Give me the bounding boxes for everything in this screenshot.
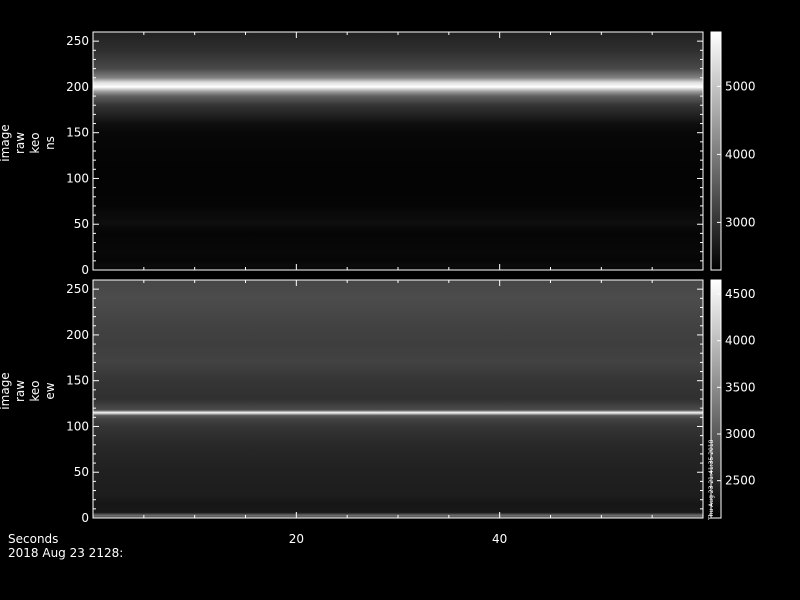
y-axis-label: keo <box>28 132 42 153</box>
y-tick-label: 200 <box>66 328 89 342</box>
colorbar-tick-label: 4000 <box>725 147 756 161</box>
y-tick-label: 0 <box>81 263 89 277</box>
x-tick-label: 20 <box>289 532 304 546</box>
y-axis-label: image <box>0 124 12 161</box>
colorbar-tick-label: 3000 <box>725 427 756 441</box>
y-tick-label: 0 <box>81 511 89 525</box>
y-axis-label: image <box>0 372 12 409</box>
y-tick-label: 150 <box>66 374 89 388</box>
colorbar-tick-label: 2500 <box>725 474 756 488</box>
y-axis-label: ns <box>43 136 57 150</box>
keogram-image <box>93 280 703 518</box>
x-tick-label: 40 <box>492 532 507 546</box>
colorbar-tick-label: 5000 <box>725 79 756 93</box>
timestamp-label: Thu Aug 23 21:41:35 2018 <box>708 439 715 521</box>
y-axis-label: ew <box>43 382 57 399</box>
y-tick-label: 200 <box>66 80 89 94</box>
y-tick-label: 50 <box>74 217 89 231</box>
y-tick-label: 150 <box>66 126 89 140</box>
y-tick-label: 100 <box>66 171 89 185</box>
colorbar-tick-label: 4000 <box>725 334 756 348</box>
colorbar <box>710 31 722 271</box>
colorbar-tick-label: 4500 <box>725 287 756 301</box>
x-axis-label: Seconds <box>8 532 58 546</box>
colorbar-tick-label: 3500 <box>725 380 756 394</box>
y-axis-label: keo <box>28 380 42 401</box>
panel-ns: 0 50 100 150 200 250 image raw keo ns 3000 4000 5000 <box>0 31 756 277</box>
panel-ew: 0 50 100 150 200 250 20 40 image raw keo ew 2500 3000… <box>0 279 756 546</box>
keogram-image <box>93 32 703 270</box>
y-tick-label: 250 <box>66 282 89 296</box>
y-tick-label: 50 <box>74 465 89 479</box>
y-tick-label: 100 <box>66 419 89 433</box>
y-tick-label: 250 <box>66 34 89 48</box>
keogram-figure: 050100150200250image raw keo ns300040005000… <box>0 31 756 560</box>
y-axis-label: raw <box>13 132 27 154</box>
y-axis-label: raw <box>13 380 27 402</box>
date-label: 2018 Aug 23 2128: <box>8 546 123 560</box>
colorbar-tick-label: 3000 <box>725 215 756 229</box>
